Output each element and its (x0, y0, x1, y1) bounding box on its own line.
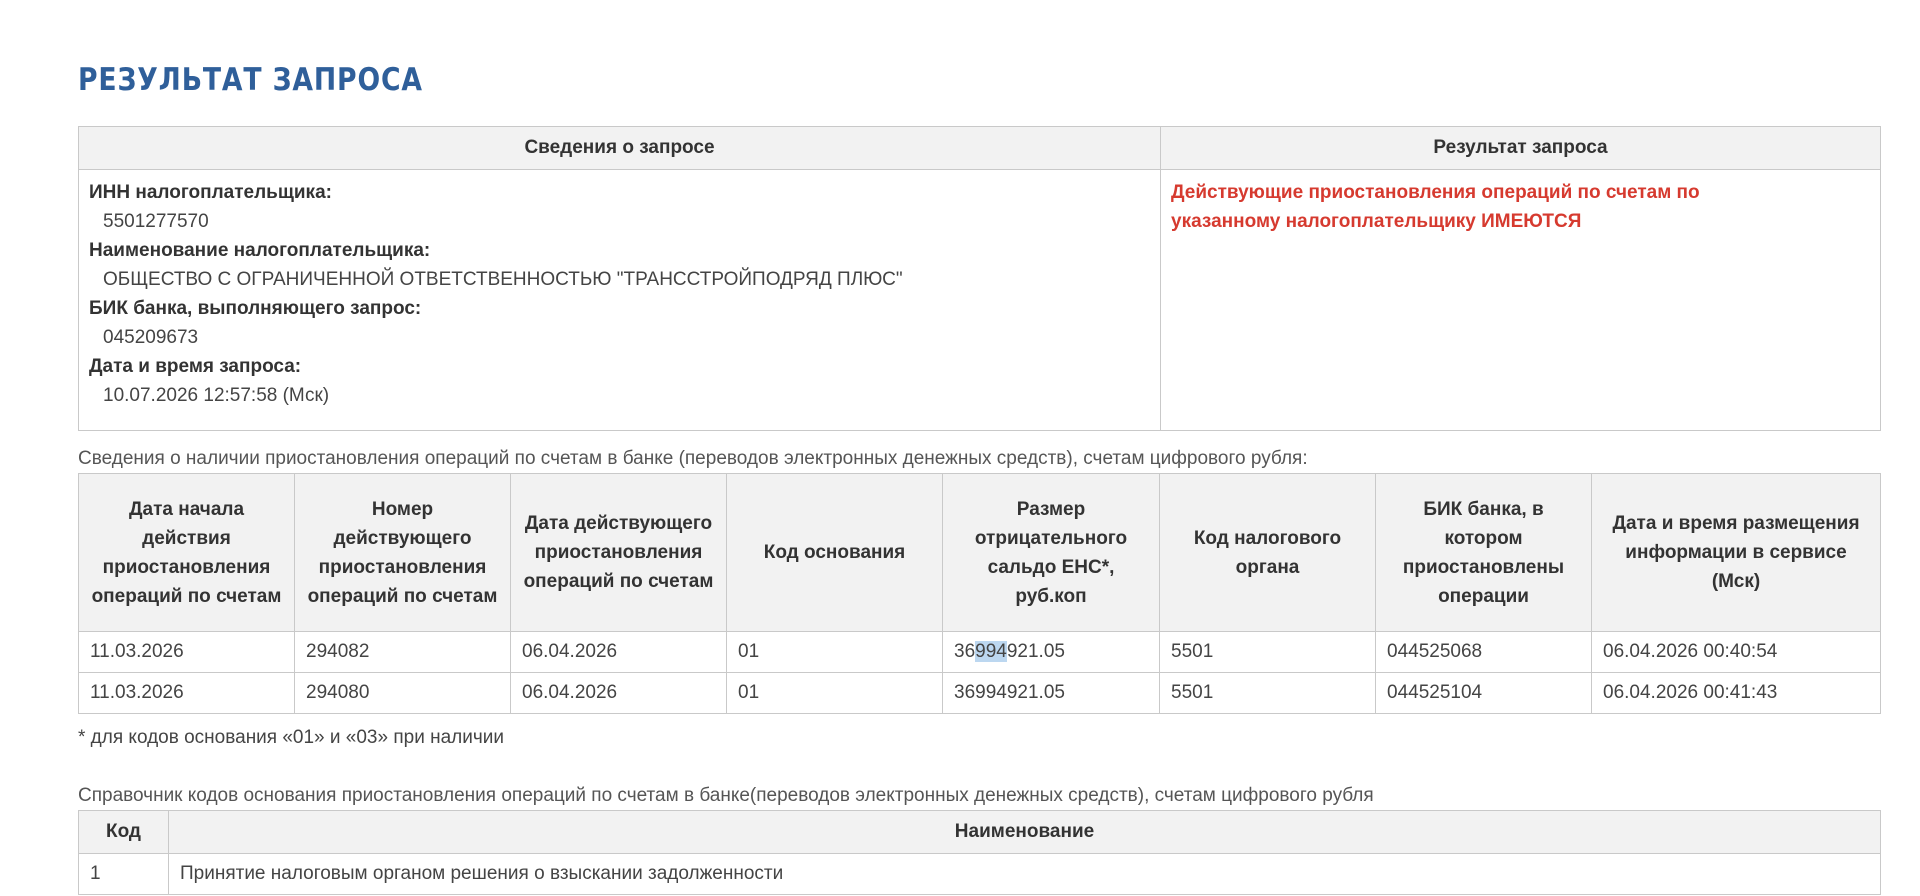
taxpayer-name-label: Наименование налогоплательщика: (89, 240, 431, 261)
table-cell: 36994921.05 (942, 672, 1160, 714)
table-row: 11.03.2026 294082 06.04.2026 01 36994921… (78, 631, 1881, 673)
suspensions-caption: Сведения о наличии приостановления опера… (78, 448, 1308, 469)
reference-table: Код Наименование 1 Принятие налоговым ор… (78, 810, 1881, 895)
table-cell: 044525104 (1375, 672, 1592, 714)
amount-cell: 36994921.05 (942, 631, 1160, 673)
table-cell: 1 (78, 853, 169, 895)
table-row: 11.03.2026 294080 06.04.2026 01 36994921… (78, 672, 1881, 714)
reference-caption: Справочник кодов основания приостановлен… (78, 785, 1374, 806)
column-header: Дата действующего приостановления операц… (510, 473, 727, 632)
table-cell: 06.04.2026 00:41:43 (1591, 672, 1881, 714)
amount-part: 36 (954, 641, 976, 662)
inn-value: 5501277570 (103, 211, 209, 232)
table-cell: 06.04.2026 (510, 631, 727, 673)
column-header: Дата начала действия приостановления опе… (78, 473, 295, 632)
table-cell: 294082 (294, 631, 511, 673)
column-header-code: Код (78, 810, 169, 854)
request-info-table: Сведения о запросе Результат запроса ИНН… (78, 126, 1881, 431)
table-cell: 06.04.2026 00:40:54 (1591, 631, 1881, 673)
column-header: Дата и время размещения информации в сер… (1591, 473, 1881, 632)
result-message-line1: Действующие приостановления операций по … (1171, 182, 1700, 203)
bank-bik-value: 045209673 (103, 327, 199, 348)
table-cell: 044525068 (1375, 631, 1592, 673)
column-header: Размер отрицательного сальдо ЕНС*, руб.к… (942, 473, 1160, 632)
request-result-header: Результат запроса (1160, 126, 1881, 170)
column-header: БИК банка, в котором приостановлены опер… (1375, 473, 1592, 632)
column-header-name: Наименование (168, 810, 1881, 854)
column-header: Код налогового органа (1159, 473, 1376, 632)
suspensions-table: Дата начала действия приостановления опе… (78, 473, 1881, 714)
page-title: РЕЗУЛЬТАТ ЗАПРОСА (78, 62, 423, 98)
request-datetime-label: Дата и время запроса: (89, 356, 302, 377)
table-cell: 06.04.2026 (510, 672, 727, 714)
table-cell: 01 (726, 631, 943, 673)
table-cell: 11.03.2026 (78, 631, 295, 673)
result-message-line2: указанному налогоплательщику ИМЕЮТСЯ (1171, 211, 1582, 232)
inn-label: ИНН налогоплательщика: (89, 182, 332, 203)
bank-bik-label: БИК банка, выполняющего запрос: (89, 298, 422, 319)
column-header: Номер действующего приостановления опера… (294, 473, 511, 632)
table-row: 1 Принятие налоговым органом решения о в… (78, 853, 1881, 895)
request-datetime-value: 10.07.2026 12:57:58 (Мск) (103, 385, 330, 406)
table-cell: 294080 (294, 672, 511, 714)
selected-text: 994 (975, 641, 1007, 662)
request-result-cell: Действующие приостановления операций по … (1160, 169, 1881, 431)
table-cell: 01 (726, 672, 943, 714)
taxpayer-name-value: ОБЩЕСТВО С ОГРАНИЧЕННОЙ ОТВЕТСТВЕННОСТЬЮ… (103, 269, 903, 290)
request-info-cell: ИНН налогоплательщика: 5501277570 Наимен… (78, 169, 1161, 431)
table-cell: 5501 (1159, 631, 1376, 673)
column-header: Код основания (726, 473, 943, 632)
footnote: * для кодов основания «01» и «03» при на… (78, 727, 504, 748)
table-cell: Принятие налоговым органом решения о взы… (168, 853, 1881, 895)
request-info-header: Сведения о запросе (78, 126, 1161, 170)
table-cell: 5501 (1159, 672, 1376, 714)
amount-part: 921.05 (1006, 641, 1065, 662)
table-cell: 11.03.2026 (78, 672, 295, 714)
